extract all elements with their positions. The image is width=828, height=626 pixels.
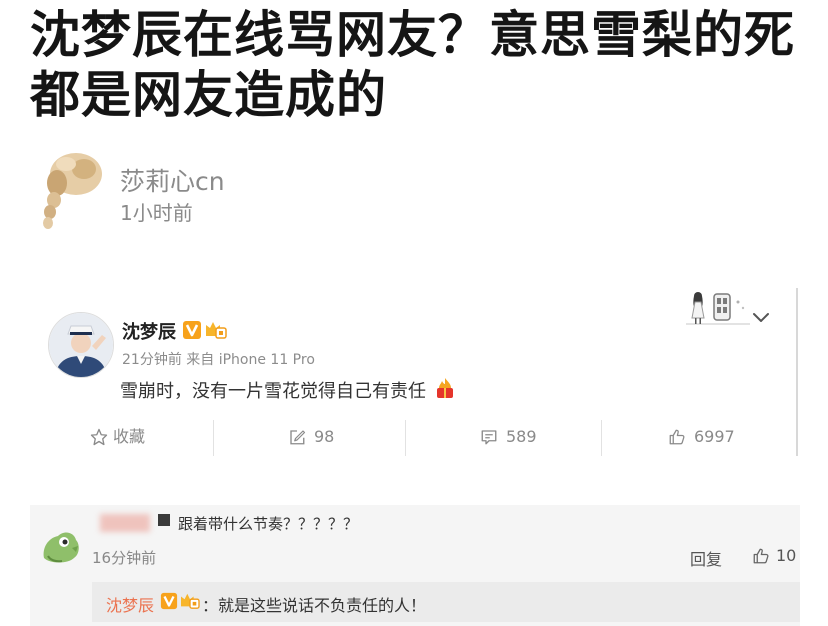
edit-icon[interactable] [288, 428, 306, 446]
fire-gift-emoji-icon [434, 377, 456, 399]
screenshot-canvas: 沈梦辰在线骂网友？意思雪梨的死 都是网友造成的 莎莉心cn 1小时前 沈梦辰 2… [0, 0, 828, 626]
verified-v-icon [160, 592, 178, 610]
chevron-down-icon[interactable] [752, 310, 770, 324]
weibo-post-content: 雪崩时，没有一片雪花觉得自己有责任 [120, 381, 426, 402]
card-decoration-illustration [686, 288, 750, 328]
author-post-time: 1小时前 [120, 201, 193, 225]
level-badge-icon [205, 320, 227, 340]
star-icon[interactable] [90, 428, 108, 446]
reply-text: ：就是这些说话不负责任的人！ [202, 596, 427, 615]
redaction-block [158, 514, 170, 526]
action-divider [213, 420, 214, 456]
weibo-post-meta: 21分钟前 来自 iPhone 11 Pro [122, 352, 315, 368]
comment-text: 跟着带什么节奏？？？？？ [178, 515, 359, 533]
commenter-avatar[interactable] [38, 528, 82, 566]
action-divider [601, 420, 602, 456]
weibo-user-avatar-image [49, 313, 113, 377]
weibo-card-border [796, 288, 798, 456]
author-avatar[interactable] [34, 150, 106, 230]
blurred-commenter-name [100, 514, 150, 532]
verified-v-icon [182, 320, 202, 340]
author-name[interactable]: 莎莉心cn [120, 162, 225, 198]
article-title-line-2: 都是网友造成的 [30, 66, 387, 124]
level-badge-icon [180, 592, 200, 610]
weibo-user-avatar[interactable] [48, 312, 114, 378]
comment-thumbs-up-icon[interactable] [752, 547, 770, 565]
comment-like-count[interactable]: 10 [776, 546, 796, 565]
like-count[interactable]: 6997 [694, 427, 735, 447]
favorite-button-label[interactable]: 收藏 [113, 427, 145, 447]
thumbs-up-icon[interactable] [668, 428, 686, 446]
reply-user-name[interactable]: 沈梦辰 [106, 592, 154, 616]
comment-count[interactable]: 589 [506, 427, 537, 447]
repost-count[interactable]: 98 [314, 427, 334, 447]
article-title-line-1: 沈梦辰在线骂网友？意思雪梨的死 [30, 6, 795, 64]
action-divider [405, 420, 406, 456]
comment-icon[interactable] [480, 428, 498, 446]
reply-button[interactable]: 回复 [690, 546, 722, 570]
author-avatar-image [43, 153, 102, 229]
comment-time: 16分钟前 [92, 549, 157, 567]
weibo-user-name[interactable]: 沈梦辰 [122, 318, 176, 344]
